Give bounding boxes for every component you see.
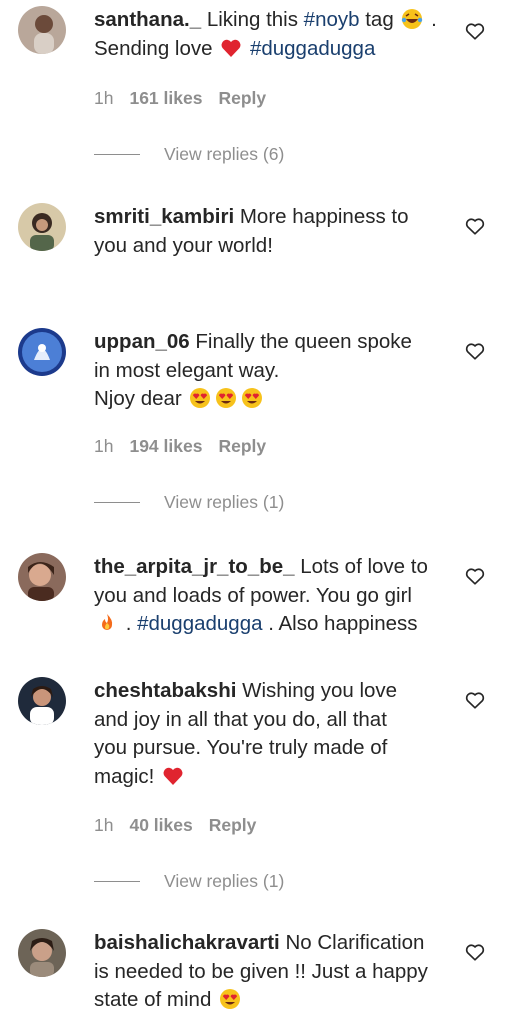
divider [94,502,140,503]
avatar[interactable] [18,929,66,977]
username[interactable]: santhana._ [94,8,201,31]
comment-text-part: in most elegant way. [94,358,280,382]
hashtag-link[interactable]: #noyb [304,8,360,31]
fire-emoji-icon [96,612,118,634]
view-replies-button[interactable]: View replies (6) [94,144,284,165]
comment-text-part: Lots of love to [300,555,428,578]
reply-button[interactable]: Reply [218,88,266,109]
like-heart-icon[interactable] [464,689,486,711]
comment-text-part: Liking this [206,8,304,31]
hashtag-link[interactable]: #duggadugga [137,612,262,635]
view-replies-button[interactable]: View replies (1) [94,871,284,892]
red-heart-emoji-icon [220,37,242,59]
comment-text: cheshtabakshi Wishing you love and joy i… [94,677,440,791]
comment-text: the_arpita_jr_to_be_ Lots of love to you… [94,555,428,635]
comment-text: uppan_06 Finally the queen spoke in most… [94,328,440,414]
divider [94,881,140,882]
reply-button[interactable]: Reply [209,815,257,836]
comment-text-part: Wishing you love [242,679,398,702]
comment-text-part: Sending love [94,36,219,60]
comment-meta: 1h 161 likes Reply [94,88,266,109]
like-heart-icon[interactable] [464,941,486,963]
username[interactable]: cheshtabakshi [94,679,236,702]
comment-text-part: . Also happiness [262,612,418,635]
heart-eyes-emoji-icon [189,387,211,409]
timestamp: 1h [94,88,114,108]
comment-text-part: is needed to be given !! Just a happy [94,959,428,983]
like-count[interactable]: 40 likes [129,815,192,836]
avatar[interactable] [18,677,66,725]
avatar[interactable] [18,553,66,601]
like-heart-icon[interactable] [464,20,486,42]
heart-eyes-emoji-icon [215,387,237,409]
timestamp: 1h [94,815,114,835]
comment-text-part: tag [359,8,394,31]
like-heart-icon[interactable] [464,215,486,237]
username[interactable]: baishalichakravarti [94,931,280,954]
comment-text-part: No Clarification [285,931,425,954]
comment-meta: 1h 194 likes Reply [94,436,266,457]
laughing-tears-emoji-icon [401,8,423,30]
username[interactable]: the_arpita_jr_to_be_ [94,555,295,578]
comment-text-part: Njoy dear [94,387,182,410]
comment-text-part: you and loads of power. You go girl [94,583,412,607]
username[interactable]: smriti_kambiri [94,205,234,228]
view-replies-label: View replies (1) [164,492,285,512]
reply-button[interactable]: Reply [218,436,266,457]
comment-text-part: and joy in all that you do, all that [94,707,387,731]
heart-eyes-emoji-icon [241,387,263,409]
comment-text-part: state of mind [94,988,212,1011]
avatar[interactable] [18,328,66,376]
red-heart-emoji-icon [162,765,184,787]
comment-text: santhana._ Liking this #noyb tag . Sendi… [94,8,437,60]
comment-meta: 1h 40 likes Reply [94,815,256,836]
timestamp: 1h [94,436,114,456]
like-heart-icon[interactable] [464,340,486,362]
comment-text: smriti_kambiri More happiness to you and… [94,203,440,260]
avatar[interactable] [18,6,66,54]
like-count[interactable]: 161 likes [129,88,202,109]
hashtag-link[interactable]: #duggadugga [250,37,375,60]
comment-text-part: you pursue. You're truly made of [94,736,388,759]
view-replies-label: View replies (6) [164,144,285,164]
username[interactable]: uppan_06 [94,330,190,353]
heart-eyes-emoji-icon [219,988,241,1010]
like-heart-icon[interactable] [464,565,486,587]
avatar[interactable] [18,203,66,251]
comment-text-part: Finally the queen spoke [195,330,412,353]
comment-text: baishalichakravarti No Clarification is … [94,929,440,1015]
comment-text-part: magic! [94,764,155,788]
view-replies-button[interactable]: View replies (1) [94,492,284,513]
divider [94,154,140,155]
like-count[interactable]: 194 likes [129,436,202,457]
view-replies-label: View replies (1) [164,871,285,891]
